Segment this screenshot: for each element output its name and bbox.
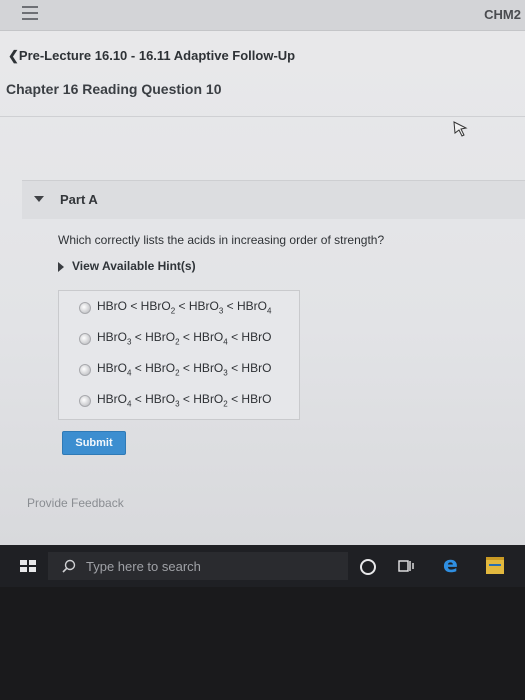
task-view-icon[interactable]: [398, 559, 414, 573]
formula-text: < HBrO: [127, 299, 171, 313]
browser-screen: CHM2 ❮Pre-Lecture 16.10 - 16.11 Adaptive…: [0, 0, 525, 545]
breadcrumb-back-link[interactable]: ❮Pre-Lecture 16.10 - 16.11 Adaptive Foll…: [8, 48, 295, 64]
formula-text: < HBrO: [227, 392, 272, 406]
windows-start-icon[interactable]: [20, 560, 36, 572]
formula-text: < HBrO: [175, 299, 219, 313]
windows-taskbar: Type here to search e: [0, 545, 525, 587]
file-explorer-icon[interactable]: [486, 557, 504, 574]
course-label: CHM2: [484, 7, 521, 22]
answer-option[interactable]: HBrO4 < HBrO3 < HBrO2 < HBrO: [59, 390, 299, 414]
formula-text: < HBrO: [227, 330, 272, 344]
option-text: HBrO4 < HBrO2 < HBrO3 < HBrO: [97, 361, 271, 377]
hint-label: View Available Hint(s): [72, 259, 196, 273]
radio-button[interactable]: [79, 395, 91, 407]
mouse-cursor-icon: [453, 121, 468, 137]
taskbar-search-box[interactable]: Type here to search: [48, 552, 348, 580]
formula-text: HBrO: [97, 299, 127, 313]
formula-text: < HBrO: [179, 330, 224, 344]
question-text: Which correctly lists the acids in incre…: [58, 233, 385, 247]
answer-option[interactable]: HBrO4 < HBrO2 < HBrO3 < HBrO: [59, 359, 299, 383]
formula-text: HBrO: [97, 392, 127, 406]
page-title: Chapter 16 Reading Question 10: [6, 81, 222, 97]
answer-option[interactable]: HBrO < HBrO2 < HBrO3 < HBrO4: [59, 297, 299, 321]
answer-option[interactable]: HBrO3 < HBrO2 < HBrO4 < HBrO: [59, 328, 299, 352]
formula-text: < HBrO: [131, 361, 176, 375]
hamburger-menu-icon[interactable]: [22, 6, 38, 20]
cortana-icon[interactable]: [360, 559, 376, 575]
edge-browser-icon[interactable]: e: [443, 553, 458, 578]
header-divider: [0, 116, 525, 117]
formula-text: < HBrO: [223, 299, 267, 313]
answer-options: HBrO < HBrO2 < HBrO3 < HBrO4 HBrO3 < HBr…: [58, 290, 300, 420]
search-placeholder: Type here to search: [86, 559, 201, 574]
formula-text: < HBrO: [131, 330, 176, 344]
formula-text: < HBrO: [179, 361, 224, 375]
radio-button[interactable]: [79, 364, 91, 376]
expand-caret-icon: [58, 261, 64, 272]
option-text: HBrO4 < HBrO3 < HBrO2 < HBrO: [97, 392, 271, 408]
radio-button[interactable]: [79, 302, 91, 314]
formula-text: < HBrO: [227, 361, 272, 375]
part-a-header[interactable]: Part A: [22, 180, 525, 219]
part-label: Part A: [60, 192, 98, 207]
provide-feedback-link[interactable]: Provide Feedback: [27, 496, 124, 510]
formula-text: < HBrO: [179, 392, 224, 406]
submit-button[interactable]: Submit: [62, 431, 126, 455]
collapse-caret-icon[interactable]: [34, 196, 44, 202]
formula-subscript: 4: [266, 306, 272, 316]
formula-text: HBrO: [97, 361, 127, 375]
search-icon: [62, 559, 76, 573]
formula-text: < HBrO: [131, 392, 176, 406]
formula-text: HBrO: [97, 330, 127, 344]
option-text: HBrO < HBrO2 < HBrO3 < HBrO4: [97, 299, 271, 315]
view-hints-link[interactable]: View Available Hint(s): [58, 259, 196, 273]
option-text: HBrO3 < HBrO2 < HBrO4 < HBrO: [97, 330, 271, 346]
top-bar: CHM2: [0, 0, 525, 31]
radio-button[interactable]: [79, 333, 91, 345]
